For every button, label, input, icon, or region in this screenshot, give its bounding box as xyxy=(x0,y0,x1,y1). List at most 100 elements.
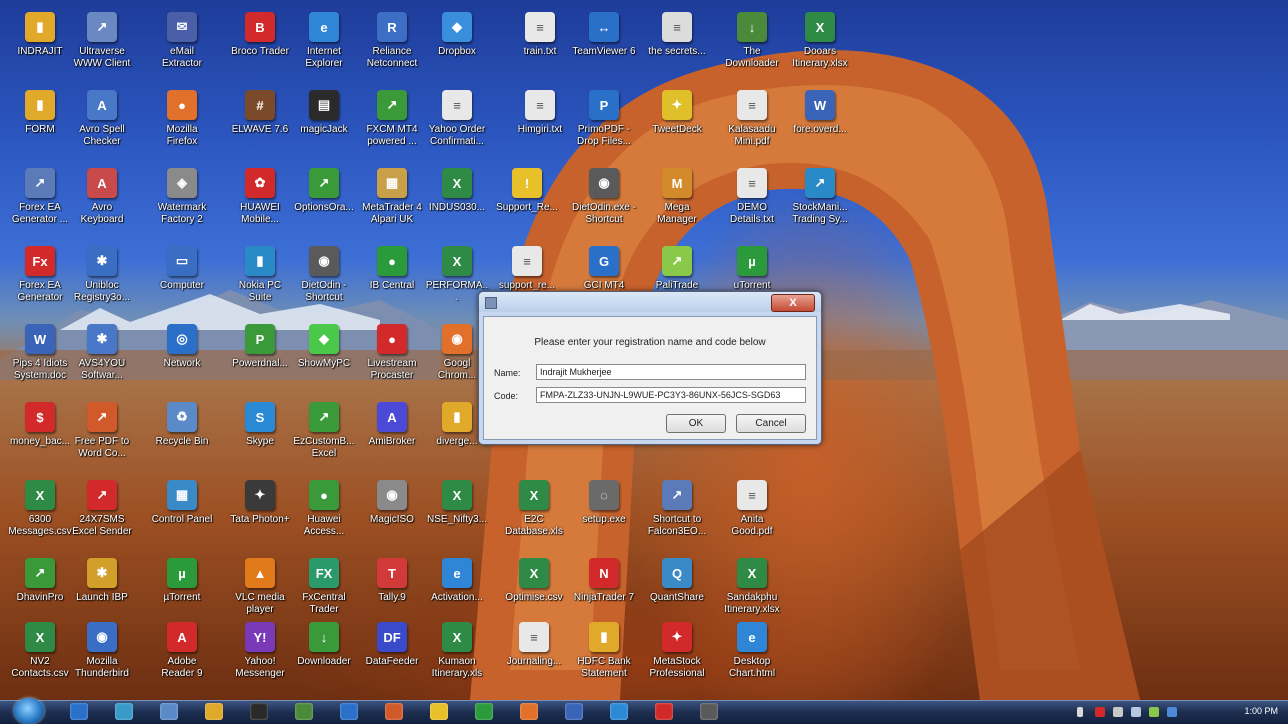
desktop-icon[interactable]: ● Livestream Procaster xyxy=(360,318,424,402)
taskbar-app-button[interactable] xyxy=(295,703,313,720)
taskbar-app-button[interactable] xyxy=(205,703,223,720)
desktop-icon[interactable]: ▦ Control Panel xyxy=(150,474,214,558)
desktop-icon[interactable]: ✦ Tata Photon+ xyxy=(228,474,292,558)
desktop-icon[interactable]: X INDUS030... xyxy=(425,162,489,246)
desktop-icon[interactable]: ▭ Computer xyxy=(150,240,214,324)
name-field[interactable]: Indrajit Mukherjee xyxy=(536,364,806,380)
desktop-icon[interactable]: ↗ Shortcut to Falcon3EO... xyxy=(645,474,709,558)
taskbar-app-button[interactable] xyxy=(70,703,88,720)
desktop-icon[interactable]: P Powerdnal... xyxy=(228,318,292,402)
action-center-flag-icon[interactable] xyxy=(1095,707,1105,717)
ok-button[interactable]: OK xyxy=(666,414,726,433)
desktop-icon[interactable]: ↗ Ultraverse WWW Client xyxy=(70,6,134,90)
dialog-titlebar[interactable]: X xyxy=(479,292,821,312)
desktop-icon[interactable]: ♻ Recycle Bin xyxy=(150,396,214,480)
dialog-close-button[interactable]: X xyxy=(771,294,815,312)
desktop-icon[interactable]: Fx Forex EA Generator xyxy=(8,240,72,324)
desktop-icon[interactable]: ≡ train.txt xyxy=(508,6,572,90)
desktop-icon[interactable]: ↗ 24X7SMS Excel Sender xyxy=(70,474,134,558)
desktop-icon[interactable]: ↗ EzCustomB... Excel xyxy=(292,396,356,480)
desktop-icon[interactable]: ≡ the secrets... xyxy=(645,6,709,90)
taskbar-app-button[interactable] xyxy=(160,703,178,720)
desktop-icon[interactable]: X NV2 Contacts.csv xyxy=(8,616,72,700)
desktop-icon[interactable]: ↗ FXCM MT4 powered ... xyxy=(360,84,424,168)
taskbar-app-button[interactable] xyxy=(430,703,448,720)
desktop-icon[interactable]: ◆ ShowMyPC xyxy=(292,318,356,402)
desktop-icon[interactable]: ≡ Yahoo Order Confirmati... xyxy=(425,84,489,168)
taskbar-app-button[interactable] xyxy=(250,703,268,720)
desktop-icon[interactable]: ✦ TweetDeck xyxy=(645,84,709,168)
desktop-icon[interactable]: A Avro Spell Checker xyxy=(70,84,134,168)
desktop-icon[interactable]: ≡ Kalasaadu Mini.pdf xyxy=(720,84,784,168)
desktop-icon[interactable]: ↗ Free PDF to Word Co... xyxy=(70,396,134,480)
desktop-icon[interactable]: ✦ MetaStock Professional xyxy=(645,616,709,700)
desktop-icon[interactable]: ◌ setup.exe xyxy=(572,474,636,558)
desktop-icon[interactable]: ▮ Nokia PC Suite xyxy=(228,240,292,324)
desktop-icon[interactable]: ↗ Forex EA Generator ... xyxy=(8,162,72,246)
desktop-icon[interactable]: ≡ DEMO Details.txt xyxy=(720,162,784,246)
taskbar-app-button[interactable] xyxy=(115,703,133,720)
desktop-icon[interactable]: ✉ eMail Extractor xyxy=(150,6,214,90)
desktop-icon[interactable]: ◉ Mozilla Thunderbird xyxy=(70,616,134,700)
desktop-icon[interactable]: ↓ Downloader xyxy=(292,616,356,700)
desktop-icon[interactable]: ≡ Himgiri.txt xyxy=(508,84,572,168)
volume-icon[interactable] xyxy=(1131,707,1141,717)
taskbar-app-button[interactable] xyxy=(385,703,403,720)
desktop-icon[interactable]: ◉ DietOdin.exe - Shortcut xyxy=(572,162,636,246)
power-icon[interactable] xyxy=(1149,707,1159,717)
desktop-icon[interactable]: A AmiBroker xyxy=(360,396,424,480)
desktop-icon[interactable]: ● Huawei Access... xyxy=(292,474,356,558)
desktop-icon[interactable]: ◆ Dropbox xyxy=(425,6,489,90)
desktop-icon[interactable]: ✿ HUAWEI Mobile... xyxy=(228,162,292,246)
taskbar-app-button[interactable] xyxy=(475,703,493,720)
desktop-icon[interactable]: S Skype xyxy=(228,396,292,480)
desktop-icon[interactable]: ● IB Central xyxy=(360,240,424,324)
taskbar-app-button[interactable] xyxy=(655,703,673,720)
network-icon[interactable] xyxy=(1113,707,1123,717)
desktop-icon[interactable]: A Adobe Reader 9 xyxy=(150,616,214,700)
desktop-icon[interactable]: A Avro Keyboard xyxy=(70,162,134,246)
desktop-icon[interactable]: DF DataFeeder xyxy=(360,616,424,700)
desktop-icon[interactable]: M Mega Manager xyxy=(645,162,709,246)
desktop-icon[interactable]: ≡ Anita Good.pdf xyxy=(720,474,784,558)
desktop-icon[interactable]: X E2C Database.xls xyxy=(502,474,566,558)
desktop-icon[interactable]: X Kumaon Itinerary.xls xyxy=(425,616,489,700)
desktop-icon[interactable]: e Desktop Chart.html xyxy=(720,616,784,700)
taskbar-app-button[interactable] xyxy=(610,703,628,720)
desktop-icon[interactable]: ◉ MagicISO xyxy=(360,474,424,558)
desktop-icon[interactable]: ▮ HDFC Bank Statement xyxy=(572,616,636,700)
desktop-icon[interactable]: ◎ Network xyxy=(150,318,214,402)
desktop-icon[interactable]: ◉ DietOdin - Shortcut xyxy=(292,240,356,324)
desktop-icon[interactable]: ! Support_Re... xyxy=(495,162,559,246)
desktop-icon[interactable]: W Pips 4 Idiots System.doc xyxy=(8,318,72,402)
desktop-icon[interactable]: ◈ Watermark Factory 2 xyxy=(150,162,214,246)
desktop-icon[interactable]: ▮ INDRAJIT xyxy=(8,6,72,90)
tray-app-icon[interactable] xyxy=(1167,707,1177,717)
desktop-icon[interactable]: # ELWAVE 7.6 xyxy=(228,84,292,168)
desktop-icon[interactable]: P PrimoPDF - Drop Files... xyxy=(572,84,636,168)
desktop-icon[interactable]: $ money_bac... xyxy=(8,396,72,480)
cancel-button[interactable]: Cancel xyxy=(736,414,806,433)
desktop-icon[interactable]: B Broco Trader xyxy=(228,6,292,90)
desktop-icon[interactable]: ↗ StockMani... Trading Sy... xyxy=(788,162,852,246)
desktop-icon[interactable]: R Reliance Netconnect xyxy=(360,6,424,90)
show-hidden-icons-icon[interactable] xyxy=(1077,707,1083,717)
desktop-icon[interactable]: Wfore.overd... xyxy=(788,84,852,168)
start-button[interactable] xyxy=(14,698,44,724)
desktop-icon[interactable]: Y! Yahoo! Messenger xyxy=(228,616,292,700)
desktop-icon[interactable]: ▦ MetaTrader 4 Alpari UK xyxy=(360,162,424,246)
taskbar-app-button[interactable] xyxy=(565,703,583,720)
desktop-icon[interactable]: X 6300 Messages.csv xyxy=(8,474,72,558)
desktop-icon[interactable]: ↓ The Downloader xyxy=(720,6,784,90)
code-field[interactable]: FMPA-ZLZ33-UNJN-L9WUE-PC3Y3-86UNX-56JCS-… xyxy=(536,387,806,403)
desktop-icon[interactable]: ≡ Journaling... xyxy=(502,616,566,700)
desktop-icon[interactable]: ↔ TeamViewer 6 xyxy=(572,6,636,90)
desktop-icon[interactable]: ▮ FORM xyxy=(8,84,72,168)
taskbar-app-button[interactable] xyxy=(700,703,718,720)
desktop-icon[interactable]: ↗ OptionsOra... xyxy=(292,162,356,246)
desktop-icon[interactable]: ✱ Unibloc Registry3o... xyxy=(70,240,134,324)
desktop-icon[interactable]: ✱ AVS4YOU Softwar... xyxy=(70,318,134,402)
desktop-icon[interactable]: X NSE_Nifty3... xyxy=(425,474,489,558)
desktop-icon[interactable]: e Internet Explorer xyxy=(292,6,356,90)
taskbar-clock[interactable]: 1:00 PM xyxy=(1244,706,1278,716)
